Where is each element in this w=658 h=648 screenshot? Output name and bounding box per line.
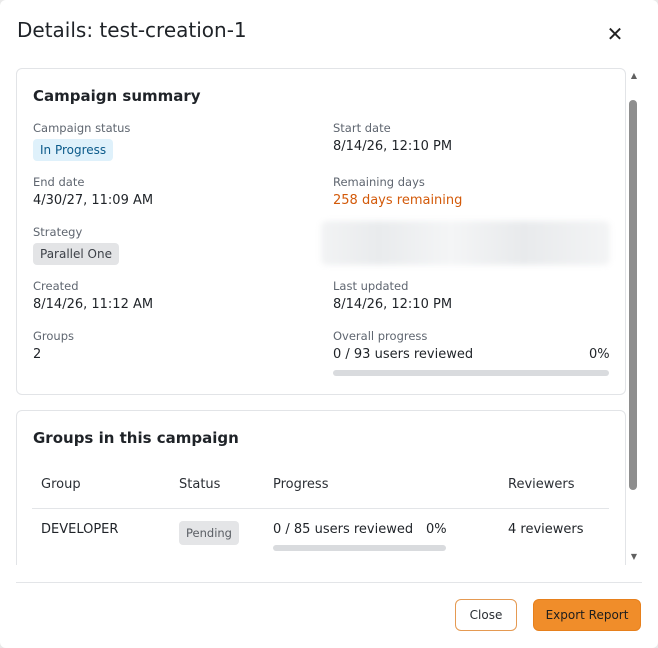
strategy-badge: Parallel One [33, 243, 119, 265]
group-progress-percent: 0% [426, 522, 447, 537]
start-date-label: Start date [333, 121, 391, 135]
last-updated-label: Last updated [333, 279, 409, 293]
reviewers-count: 4 reviewers [508, 522, 584, 537]
scroll-up-arrow-icon[interactable]: ▲ [628, 71, 640, 81]
group-progress-bar [273, 545, 446, 551]
table-header-divider [32, 508, 609, 509]
overall-progress-bar [333, 370, 609, 376]
campaign-summary-title: Campaign summary [33, 87, 201, 105]
overall-progress-text: 0 / 93 users reviewed [333, 347, 474, 362]
start-date-value: 8/14/26, 12:10 PM [333, 139, 453, 154]
close-button[interactable]: Close [455, 599, 517, 631]
strategy-label: Strategy [33, 225, 83, 239]
group-name: DEVELOPER [41, 522, 119, 537]
campaign-status-label: Campaign status [33, 121, 131, 135]
scrollbar-thumb[interactable] [629, 100, 637, 490]
last-updated-value: 8/14/26, 12:10 PM [333, 297, 453, 312]
end-date-value: 4/30/27, 11:09 AM [33, 193, 154, 208]
created-label: Created [33, 279, 79, 293]
redacted-field [321, 221, 610, 265]
export-report-button[interactable]: Export Report [533, 599, 641, 631]
overall-progress-percent: 0% [589, 347, 610, 362]
groups-card-title: Groups in this campaign [33, 429, 239, 447]
vertical-scrollbar[interactable]: ▲ ▼ [627, 68, 641, 565]
status-badge: Pending [179, 521, 239, 545]
groups-value: 2 [33, 347, 42, 362]
dialog-scroll-area[interactable]: Campaign summary Campaign status In Prog… [0, 68, 627, 565]
campaign-status-badge: In Progress [33, 139, 114, 161]
column-header-status: Status [179, 477, 221, 492]
scroll-down-arrow-icon[interactable]: ▼ [628, 552, 640, 562]
close-icon[interactable]: ✕ [603, 24, 627, 44]
campaign-summary-card: Campaign summary Campaign status In Prog… [16, 68, 626, 395]
overall-progress-label: Overall progress [333, 329, 428, 343]
remaining-days-value: 258 days remaining [333, 193, 463, 208]
campaign-details-dialog: Details: test-creation-1 ✕ Campaign summ… [0, 0, 658, 648]
dialog-title: Details: test-creation-1 [17, 18, 247, 42]
column-header-progress: Progress [273, 477, 329, 492]
footer-divider [16, 582, 642, 583]
group-progress-text: 0 / 85 users reviewed [273, 522, 414, 537]
groups-label: Groups [33, 329, 75, 343]
created-value: 8/14/26, 11:12 AM [33, 297, 154, 312]
end-date-label: End date [33, 175, 85, 189]
remaining-days-label: Remaining days [333, 175, 425, 189]
column-header-group: Group [41, 477, 81, 492]
column-header-reviewers: Reviewers [508, 477, 575, 492]
